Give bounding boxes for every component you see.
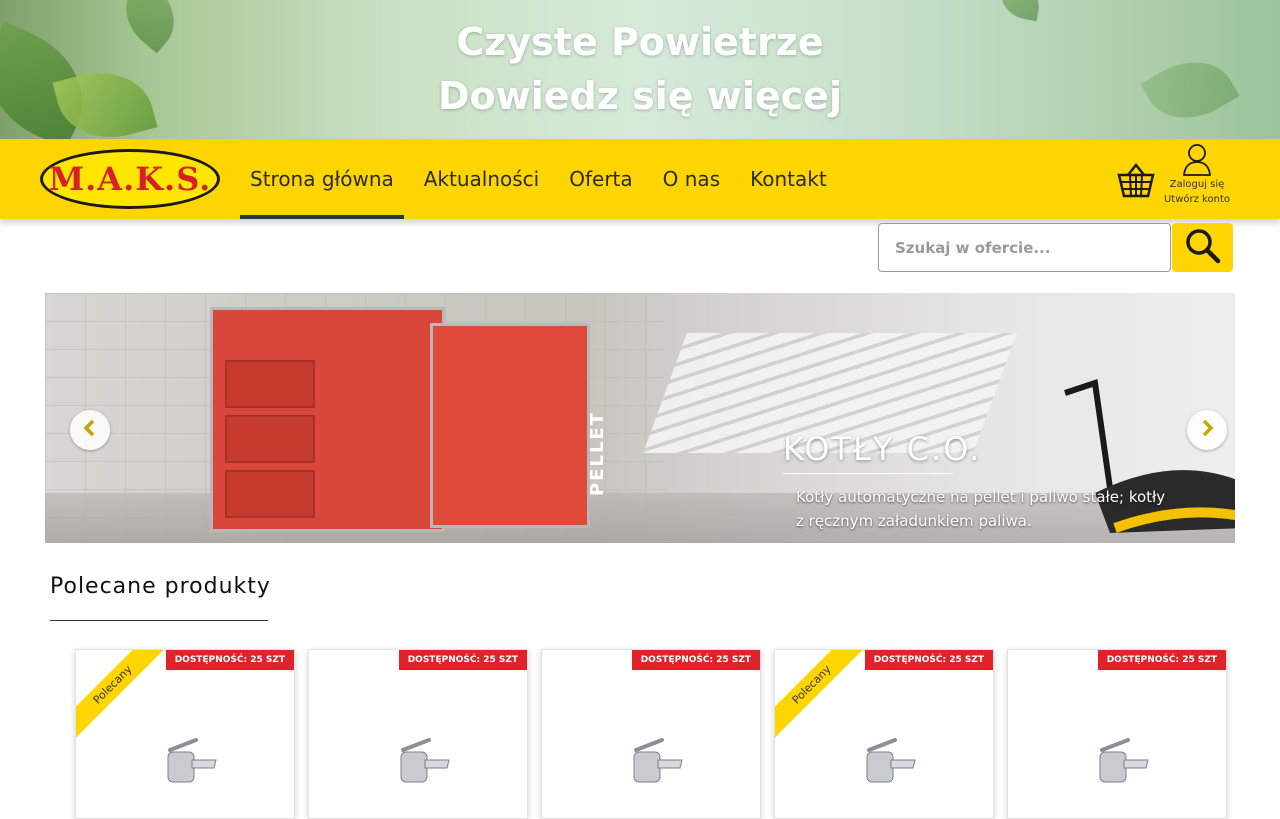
- search-input[interactable]: [878, 223, 1171, 272]
- slider-next-button[interactable]: [1187, 410, 1227, 450]
- register-link[interactable]: Utwórz konto: [1160, 192, 1234, 207]
- leaf-decoration: [997, 0, 1043, 22]
- boiler-door: [225, 360, 315, 408]
- slide-divider: [783, 473, 953, 474]
- search-button[interactable]: [1172, 223, 1233, 272]
- user-icon[interactable]: [1160, 143, 1234, 177]
- availability-badge: DOSTĘPNOŚĆ: 25 SZT: [398, 650, 527, 670]
- product-card[interactable]: Polecany DOSTĘPNOŚĆ: 25 SZT: [774, 649, 994, 819]
- logo-text: M.A.K.S.: [48, 160, 212, 198]
- site-logo[interactable]: M.A.K.S.: [40, 149, 220, 209]
- recommended-ribbon: Polecany: [76, 650, 174, 746]
- faucet-image: [633, 738, 683, 783]
- promo-banner[interactable]: Czyste Powietrze Dowiedz się więcej: [0, 0, 1280, 139]
- faucet-image: [167, 738, 217, 783]
- boiler-door: [225, 470, 315, 518]
- login-link[interactable]: Zaloguj się: [1160, 177, 1234, 192]
- availability-badge: DOSTĘPNOŚĆ: 25 SZT: [631, 650, 760, 670]
- slide-description: Kotły automatyczne na pellet i paliwo st…: [796, 488, 1166, 530]
- availability-badge: DOSTĘPNOŚĆ: 25 SZT: [864, 650, 993, 670]
- faucet-image: [400, 738, 450, 783]
- promo-link[interactable]: Dowiedz się więcej: [0, 74, 1280, 118]
- section-title: Polecane produkty: [50, 574, 271, 599]
- slider-prev-button[interactable]: [70, 410, 110, 450]
- boiler-image: [210, 307, 445, 532]
- product-card[interactable]: DOSTĘPNOŚĆ: 25 SZT: [541, 649, 761, 819]
- search-icon: [1185, 228, 1221, 268]
- product-card[interactable]: DOSTĘPNOŚĆ: 25 SZT: [308, 649, 528, 819]
- pellet-tank-image: [430, 323, 590, 528]
- recommended-ribbon: Polecany: [775, 650, 873, 746]
- nav-item-home[interactable]: Strona główna: [240, 139, 404, 219]
- promo-title: Czyste Powietrze: [456, 20, 824, 64]
- availability-badge: DOSTĘPNOŚĆ: 25 SZT: [1097, 650, 1226, 670]
- slide-title: KOTŁY C.O.: [783, 430, 982, 468]
- hero-slider[interactable]: PELLET KOTŁY C.O. Kotły automatyczne na …: [45, 293, 1235, 543]
- nav-item-offer[interactable]: Oferta: [559, 139, 642, 219]
- nav-item-news[interactable]: Aktualności: [414, 139, 549, 219]
- main-nav: Strona główna Aktualności Oferta O nas K…: [240, 139, 847, 219]
- faucet-image: [866, 738, 916, 783]
- product-card[interactable]: DOSTĘPNOŚĆ: 25 SZT: [1007, 649, 1227, 819]
- product-card[interactable]: Polecany DOSTĘPNOŚĆ: 25 SZT: [75, 649, 295, 819]
- basket-icon[interactable]: [1116, 162, 1156, 199]
- pellet-label: PELLET: [587, 410, 609, 497]
- section-divider: [50, 620, 268, 621]
- chevron-left-icon: [81, 419, 99, 441]
- main-navbar: M.A.K.S. Strona główna Aktualności Ofert…: [0, 139, 1280, 219]
- faucet-image: [1099, 738, 1149, 783]
- availability-badge: DOSTĘPNOŚĆ: 25 SZT: [165, 650, 294, 670]
- account-menu: Zaloguj się Utwórz konto: [1160, 143, 1234, 207]
- boiler-door: [225, 415, 315, 463]
- nav-item-about[interactable]: O nas: [653, 139, 730, 219]
- chevron-right-icon: [1198, 419, 1216, 441]
- nav-item-contact[interactable]: Kontakt: [740, 139, 837, 219]
